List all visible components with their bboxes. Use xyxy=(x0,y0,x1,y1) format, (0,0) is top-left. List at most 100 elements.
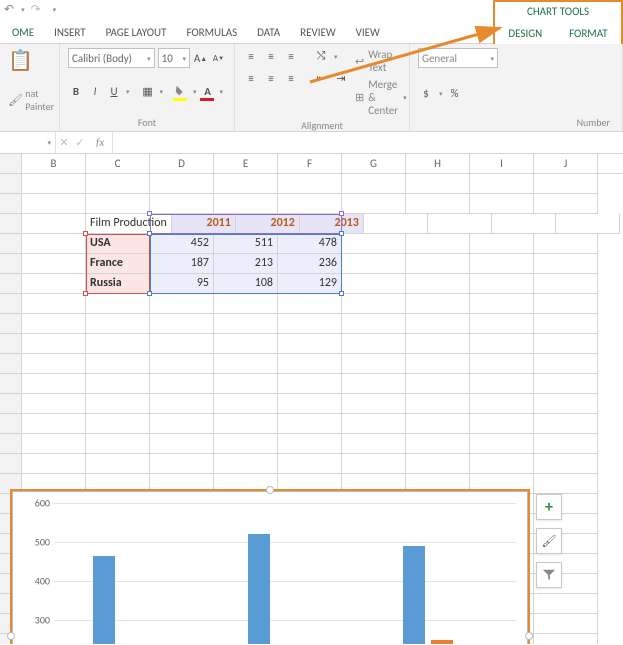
align-right-icon[interactable]: ≡ xyxy=(283,70,299,86)
cell[interactable] xyxy=(534,294,598,314)
cell[interactable] xyxy=(278,314,342,334)
cell[interactable] xyxy=(22,214,86,234)
cell[interactable] xyxy=(278,394,342,414)
column-header[interactable]: C xyxy=(86,154,150,174)
cell[interactable] xyxy=(470,454,534,474)
cell[interactable] xyxy=(406,374,470,394)
cell[interactable] xyxy=(22,454,86,474)
cell[interactable] xyxy=(214,434,278,454)
cell[interactable] xyxy=(150,314,214,334)
cell[interactable] xyxy=(22,234,86,254)
cell[interactable] xyxy=(470,374,534,394)
cell[interactable] xyxy=(534,274,598,294)
cell[interactable] xyxy=(406,254,470,274)
cell[interactable] xyxy=(342,234,406,254)
row-header[interactable] xyxy=(0,194,22,214)
row-header[interactable] xyxy=(0,274,22,294)
cell[interactable] xyxy=(470,394,534,414)
chevron-down-icon[interactable]: ▾ xyxy=(160,87,164,96)
cell[interactable] xyxy=(470,254,534,274)
cell[interactable] xyxy=(342,254,406,274)
cell[interactable] xyxy=(22,434,86,454)
chevron-down-icon[interactable]: ▾ xyxy=(334,52,338,61)
increase-font-icon[interactable]: A▲ xyxy=(193,50,208,66)
table-value-cell[interactable]: 452 xyxy=(150,234,214,254)
chart-add-element-button[interactable]: + xyxy=(536,494,562,520)
row-header[interactable] xyxy=(0,454,22,474)
table-year-header[interactable]: 2011 xyxy=(172,214,236,234)
number-format-combo[interactable]: General ▾ xyxy=(418,48,498,68)
cell[interactable] xyxy=(278,354,342,374)
cell[interactable] xyxy=(534,234,598,254)
cell[interactable] xyxy=(556,214,620,234)
row-header[interactable] xyxy=(0,374,22,394)
cell[interactable] xyxy=(150,174,214,194)
cell[interactable] xyxy=(214,374,278,394)
cell[interactable] xyxy=(278,434,342,454)
cell[interactable] xyxy=(150,334,214,354)
chart-styles-button[interactable]: 🖌 xyxy=(536,528,562,554)
cell[interactable] xyxy=(470,434,534,454)
column-header[interactable]: J xyxy=(534,154,598,174)
font-name-combo[interactable]: Calibri (Body) ▾ xyxy=(68,48,155,68)
chevron-down-icon[interactable]: ▾ xyxy=(220,87,224,96)
cell[interactable] xyxy=(534,414,598,434)
column-header[interactable]: D xyxy=(150,154,214,174)
fill-color-icon[interactable] xyxy=(173,83,189,99)
redo-icon[interactable]: ↷ xyxy=(31,2,41,17)
tab-review[interactable]: REVIEW xyxy=(290,22,346,43)
tab-page-layout[interactable]: PAGE LAYOUT xyxy=(96,22,177,43)
cell[interactable] xyxy=(214,314,278,334)
cell[interactable] xyxy=(22,394,86,414)
table-country-cell[interactable]: Russia xyxy=(86,274,150,294)
chart-bar[interactable] xyxy=(248,534,270,644)
italic-button[interactable]: I xyxy=(87,83,103,99)
cell[interactable] xyxy=(22,314,86,334)
cell[interactable] xyxy=(86,454,150,474)
chevron-down-icon[interactable]: ▾ xyxy=(126,87,130,96)
cell[interactable] xyxy=(22,354,86,374)
qat-customize-icon[interactable]: ▾ xyxy=(53,5,57,14)
cancel-formula-icon[interactable]: ✕ xyxy=(56,135,72,151)
table-value-cell[interactable]: 511 xyxy=(214,234,278,254)
chart-bar[interactable] xyxy=(93,556,115,644)
cell[interactable] xyxy=(342,274,406,294)
cell[interactable] xyxy=(342,314,406,334)
column-header[interactable]: F xyxy=(278,154,342,174)
tab-home[interactable]: OME xyxy=(2,22,44,43)
cell[interactable] xyxy=(214,174,278,194)
table-country-cell[interactable]: USA xyxy=(86,234,150,254)
cell[interactable] xyxy=(470,354,534,374)
table-value-cell[interactable]: 213 xyxy=(214,254,278,274)
cell[interactable] xyxy=(150,374,214,394)
cell[interactable] xyxy=(406,314,470,334)
row-header[interactable] xyxy=(0,294,22,314)
orientation-icon[interactable]: ⤭ xyxy=(313,48,329,64)
cell[interactable] xyxy=(86,354,150,374)
name-box[interactable]: ▾ xyxy=(10,132,56,153)
cell[interactable] xyxy=(214,294,278,314)
cell[interactable] xyxy=(22,414,86,434)
paste-icon[interactable]: 📋 xyxy=(8,48,33,73)
wrap-text-button[interactable]: ↩ Wrap Text xyxy=(355,48,407,74)
undo-dropdown-icon[interactable]: ▾ xyxy=(21,5,25,14)
column-header[interactable]: B xyxy=(22,154,86,174)
cell[interactable] xyxy=(86,174,150,194)
cell[interactable] xyxy=(278,414,342,434)
cell[interactable] xyxy=(534,594,598,614)
cell[interactable] xyxy=(470,234,534,254)
decrease-indent-icon[interactable]: ⇤ xyxy=(313,70,329,86)
align-center-icon[interactable]: ≡ xyxy=(263,70,279,86)
cell[interactable] xyxy=(150,434,214,454)
cell[interactable] xyxy=(406,394,470,414)
cell[interactable] xyxy=(278,294,342,314)
format-painter-label[interactable]: nat Painter xyxy=(25,87,54,113)
percent-format-icon[interactable]: % xyxy=(447,85,463,101)
cell[interactable] xyxy=(534,434,598,454)
table-title-cell[interactable]: Film Production xyxy=(86,214,172,234)
chevron-down-icon[interactable]: ▾ xyxy=(193,87,197,96)
table-year-header[interactable]: 2012 xyxy=(236,214,300,234)
cell[interactable] xyxy=(534,614,598,634)
column-header[interactable]: E xyxy=(214,154,278,174)
cell[interactable] xyxy=(214,394,278,414)
